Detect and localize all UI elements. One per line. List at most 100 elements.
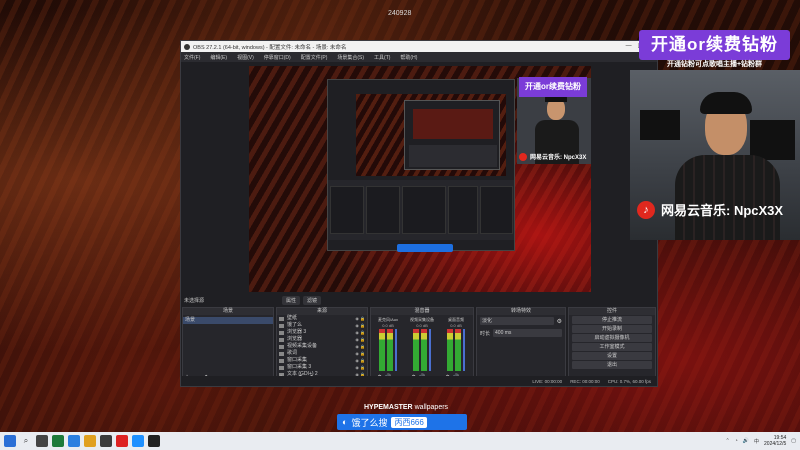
source-item[interactable]: 浏览器 ◉ 🔒 xyxy=(277,336,367,343)
background-monitor xyxy=(640,110,680,140)
music-text: 网易云音乐: NpcX3X xyxy=(661,203,784,218)
stop-streaming-button[interactable]: 停止推流 xyxy=(572,316,652,324)
input-language[interactable]: 中 xyxy=(754,438,759,445)
eye-icon[interactable]: ◉ 🔒 xyxy=(355,336,365,343)
obs-logo-icon xyxy=(184,43,190,50)
studio-mode-button[interactable]: 工作室模式 xyxy=(572,343,652,351)
duration-label: 时长 xyxy=(480,330,491,337)
eleme-icon: ◐ xyxy=(342,417,348,427)
obs-menubar: 文件(F) 编辑(E) 视图(V) 停靠窗口(D) 配置文件(P) 场景集合(S… xyxy=(181,52,657,62)
eye-icon[interactable]: ◉ 🔒 xyxy=(355,343,365,350)
edge-icon[interactable] xyxy=(68,435,80,447)
task-view-icon[interactable] xyxy=(36,435,48,447)
menu-tools[interactable]: 工具(T) xyxy=(374,54,390,61)
source-label: 浏览器 xyxy=(287,336,303,342)
volume-icon[interactable]: 🔊 xyxy=(743,438,749,444)
scenes-title: 场景 xyxy=(183,308,273,315)
network-icon[interactable]: ◔ xyxy=(735,438,738,444)
obs-taskbar-icon[interactable] xyxy=(148,435,160,447)
transitions-dock: 转场特效 淡化 ⚙ 时长 400 ms xyxy=(476,307,566,385)
menu-edit[interactable]: 编辑(E) xyxy=(210,54,227,61)
transition-row: 淡化 ⚙ xyxy=(477,315,565,327)
eleme-search-pill: ◐ 饿了么搜 丙西666 xyxy=(337,414,467,430)
scenes-dock: 场景 场景 + − ⌃ ⌄ xyxy=(182,307,274,385)
menu-scene-collection[interactable]: 场景集合(S) xyxy=(337,54,364,61)
eye-icon[interactable]: ◉ 🔒 xyxy=(355,364,365,371)
menu-file[interactable]: 文件(F) xyxy=(184,54,200,61)
windows-taskbar: ⌕ ⌃ ◔ 🔊 中 19:54 2024/12/5 ▢ xyxy=(0,432,800,450)
obs-window[interactable]: OBS 27.2.1 (64-bit, windows) - 配置文件: 未命名… xyxy=(180,40,658,387)
duration-input[interactable]: 400 ms xyxy=(493,329,562,337)
sources-dock: 来源 壁纸 ◉ 🔒 饿了么 ◉ 🔒 浏览器 3 ◉ 🔒 浏览器 ◉ 🔒 视频采集设备 ◉ … xyxy=(276,307,368,385)
menu-view[interactable]: 视图(V) xyxy=(237,54,254,61)
subscribe-banner: 开通or续费钻粉 xyxy=(639,30,790,60)
source-icon xyxy=(279,344,284,349)
tab-properties[interactable]: 属性 xyxy=(282,295,301,305)
tab-filters[interactable]: 滤镜 xyxy=(303,295,322,305)
source-item[interactable]: 歌词 ◉ 🔒 xyxy=(277,350,367,357)
mixer-title: 混音器 xyxy=(371,308,473,315)
app-icon[interactable] xyxy=(52,435,64,447)
source-icon xyxy=(279,330,284,335)
wallpaper-suffix: wallpapers xyxy=(414,404,449,411)
eye-icon[interactable]: ◉ 🔒 xyxy=(355,322,365,329)
start-recording-button[interactable]: 开始录制 xyxy=(572,325,652,333)
chevron-up-icon[interactable]: ⌃ xyxy=(726,438,730,444)
obs-preview[interactable]: 开通or续费钻粉 网易云音乐: NpcX3X xyxy=(249,66,591,292)
notification-icon[interactable]: ▢ xyxy=(791,438,796,444)
preview-music-text: 网易云音乐: NpcX3X xyxy=(530,155,587,161)
transition-select[interactable]: 淡化 xyxy=(480,317,554,325)
nested-obs-capture xyxy=(327,79,515,251)
source-item[interactable]: 饿了么 ◉ 🔒 xyxy=(277,322,367,329)
volume-fader[interactable] xyxy=(463,329,465,371)
source-icon xyxy=(279,316,284,321)
exit-button[interactable]: 退出 xyxy=(572,361,652,369)
start-icon[interactable] xyxy=(4,435,16,447)
minimize-icon[interactable]: — xyxy=(626,43,632,50)
controls-dock: 控件 停止推流 开始录制 启动虚拟摄像机 工作室模式 设置 退出 xyxy=(568,307,656,385)
source-label: 歌词 xyxy=(287,350,298,356)
app-icon[interactable] xyxy=(116,435,128,447)
eye-icon[interactable]: ◉ 🔒 xyxy=(355,357,365,364)
mixer-channel: 麦克风/Aux 0.0 dB ⚙ 🔊 xyxy=(375,317,401,381)
cpu-status: CPU: 0.7%, 60.00 fps xyxy=(607,378,651,384)
clock[interactable]: 19:54 2024/12/5 xyxy=(764,435,786,447)
volume-fader[interactable] xyxy=(429,329,431,371)
nested-dock xyxy=(366,186,400,234)
app-icon[interactable] xyxy=(100,435,112,447)
obs-titlebar[interactable]: OBS 27.2.1 (64-bit, windows) - 配置文件: 未命名… xyxy=(181,41,657,52)
search-icon[interactable]: ⌕ xyxy=(20,435,32,447)
menu-docks[interactable]: 停靠窗口(D) xyxy=(264,54,291,61)
menu-profile[interactable]: 配置文件(P) xyxy=(301,54,328,61)
source-item[interactable]: 视频采集设备 ◉ 🔒 xyxy=(277,343,367,350)
background-monitor xyxy=(750,120,795,160)
nested-docks-2 xyxy=(409,145,497,167)
eye-icon[interactable]: ◉ 🔒 xyxy=(355,315,365,322)
no-source-label: 未选择源 xyxy=(184,297,205,304)
source-item[interactable]: 窗口采集 3 ◉ 🔒 xyxy=(277,364,367,371)
source-item[interactable]: 浏览器 3 ◉ 🔒 xyxy=(277,329,367,336)
virtual-camera-button[interactable]: 启动虚拟摄像机 xyxy=(572,334,652,342)
obs-statusbar: LIVE: 00:00:00 REC: 00:00:00 CPU: 0.7%, … xyxy=(181,376,657,386)
channel-db: 0.0 dB xyxy=(382,323,394,328)
channel-db: 0.0 dB xyxy=(450,323,462,328)
volume-fader[interactable] xyxy=(395,329,397,371)
subscribe-subtitle: 开通钻粉可点歌唱主播+钻粉群 xyxy=(666,61,763,68)
live-status: LIVE: 00:00:00 xyxy=(532,378,563,384)
scene-item[interactable]: 场景 xyxy=(183,317,273,324)
source-item[interactable]: 窗口采集 ◉ 🔒 xyxy=(277,357,367,364)
system-tray: ⌃ ◔ 🔊 中 19:54 2024/12/5 ▢ xyxy=(726,435,796,447)
source-label: 壁纸 xyxy=(287,315,298,321)
source-icon xyxy=(279,365,284,370)
nested-dock xyxy=(330,186,364,234)
folder-icon[interactable] xyxy=(84,435,96,447)
preview-banner: 开通or续费钻粉 xyxy=(519,77,587,97)
volume-meter xyxy=(387,329,393,371)
source-item[interactable]: 壁纸 ◉ 🔒 xyxy=(277,315,367,322)
eye-icon[interactable]: ◉ 🔒 xyxy=(355,329,365,336)
menu-help[interactable]: 帮助(H) xyxy=(400,54,417,61)
app-icon[interactable] xyxy=(132,435,144,447)
settings-button[interactable]: 设置 xyxy=(572,352,652,360)
gear-icon[interactable]: ⚙ xyxy=(557,318,562,325)
eye-icon[interactable]: ◉ 🔒 xyxy=(355,350,365,357)
